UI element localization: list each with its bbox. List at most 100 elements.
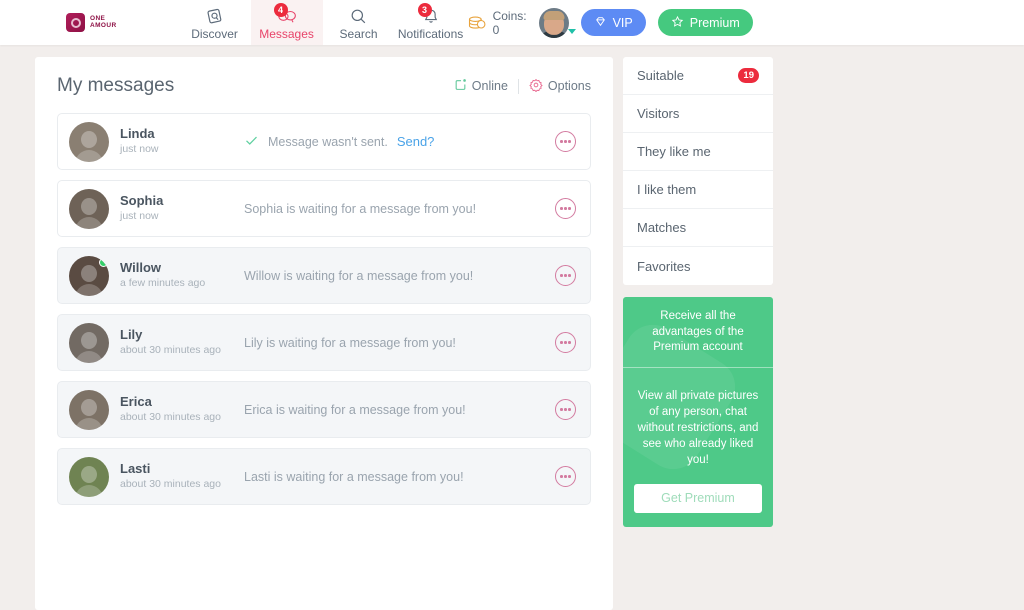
- coins-icon: [467, 15, 487, 31]
- contact-timestamp: about 30 minutes ago: [120, 478, 221, 491]
- online-toggle-icon: [454, 78, 467, 94]
- more-options-icon[interactable]: [555, 399, 576, 420]
- avatar[interactable]: [69, 456, 109, 497]
- notifications-badge: 3: [417, 3, 432, 17]
- primary-nav: Discover 4 Messages Search 3 Notificatio…: [179, 0, 467, 45]
- panel-actions: Online Options: [454, 78, 591, 95]
- conversation-identity: Lasti about 30 minutes ago: [120, 461, 238, 492]
- contact-timestamp: about 30 minutes ago: [120, 411, 221, 424]
- sidebar-item-label: They like me: [637, 144, 711, 159]
- table-row[interactable]: Lily about 30 minutes ago Lily is waitin…: [57, 314, 591, 371]
- premium-label: Premium: [689, 15, 740, 30]
- conversation-identity: Willow a few minutes ago: [120, 260, 238, 291]
- coins-label: Coins: 0: [492, 8, 527, 37]
- conversation-identity: Linda just now: [120, 126, 238, 157]
- logo-wordmark: ONE AMOUR: [90, 15, 117, 30]
- gear-icon: [529, 78, 543, 95]
- avatar[interactable]: [69, 389, 109, 430]
- table-row[interactable]: Linda just now Message wasn't sent. Send…: [57, 113, 591, 170]
- contact-name: Lasti: [120, 461, 151, 477]
- sidebar-item-label: Favorites: [637, 258, 691, 274]
- preview-text: Lasti is waiting for a message from you!: [244, 469, 464, 484]
- options-label: Options: [547, 79, 591, 93]
- diamond-icon: [594, 15, 607, 31]
- actions-divider: [517, 78, 519, 94]
- preview-text: Lily is waiting for a message from you!: [244, 335, 456, 350]
- table-row[interactable]: Willow a few minutes ago Willow is waiti…: [57, 247, 591, 304]
- sidebar-item-they-like-me[interactable]: They like me: [623, 133, 773, 171]
- avatar[interactable]: [69, 121, 109, 162]
- online-filter-label: Online: [471, 79, 508, 93]
- nav-label-search: Search: [339, 27, 378, 41]
- nav-label-notifications: Notifications: [397, 27, 464, 41]
- avatar[interactable]: [69, 188, 109, 229]
- status-badge: 19: [738, 68, 759, 83]
- messages-list: Linda just now Message wasn't sent. Send…: [57, 113, 591, 505]
- nav-item-messages[interactable]: 4 Messages: [250, 0, 323, 45]
- chevron-down-icon: [567, 28, 576, 34]
- bell-icon: 3: [416, 3, 446, 26]
- right-sidebar: Suitable 19 Visitors They like me I like…: [623, 57, 773, 528]
- send-link[interactable]: Send?: [397, 134, 435, 149]
- preview-text: Willow is waiting for a message from you…: [244, 268, 474, 283]
- table-row[interactable]: Erica about 30 minutes ago Erica is wait…: [57, 381, 591, 438]
- online-filter-button[interactable]: Online: [454, 78, 508, 94]
- site-logo[interactable]: ONE AMOUR: [0, 0, 137, 45]
- contact-timestamp: about 30 minutes ago: [120, 344, 221, 357]
- more-options-icon[interactable]: [555, 265, 576, 286]
- table-row[interactable]: Lasti about 30 minutes ago Lasti is wait…: [57, 448, 591, 505]
- coins-balance[interactable]: Coins: 0: [467, 9, 527, 37]
- options-button[interactable]: Options: [529, 78, 591, 95]
- sidebar-item-i-like-them[interactable]: I like them: [623, 171, 773, 209]
- table-row[interactable]: Sophia just now Sophia is waiting for a …: [57, 180, 591, 237]
- sidebar-item-label: Suitable: [637, 68, 684, 83]
- get-premium-button[interactable]: Get Premium: [634, 484, 762, 514]
- avatar[interactable]: [69, 255, 109, 296]
- conversation-identity: Sophia just now: [120, 193, 238, 224]
- panel-header: My messages Online Options: [57, 75, 591, 97]
- conversation-preview: Message wasn't sent. Send?: [238, 133, 555, 151]
- sidebar-item-label: Visitors: [637, 106, 680, 121]
- vip-button[interactable]: VIP: [580, 9, 646, 36]
- sidebar-item-visitors[interactable]: Visitors: [623, 95, 773, 133]
- one-amour-logo-icon: [66, 13, 85, 32]
- sidebar-item-suitable[interactable]: Suitable 19: [623, 57, 773, 95]
- more-options-icon[interactable]: [555, 198, 576, 219]
- avatar: [538, 7, 569, 38]
- avatar[interactable]: [69, 322, 109, 363]
- sidebar-item-matches[interactable]: Matches: [623, 209, 773, 247]
- contact-name: Willow: [120, 260, 162, 276]
- preview-text: Sophia is waiting for a message from you…: [244, 201, 477, 216]
- account-menu[interactable]: [538, 7, 576, 38]
- more-options-icon[interactable]: [555, 466, 576, 487]
- contact-timestamp: a few minutes ago: [120, 277, 206, 290]
- messages-badge: 4: [273, 3, 288, 17]
- sidebar-item-favorites[interactable]: Favorites: [623, 247, 773, 285]
- nav-item-notifications[interactable]: 3 Notifications: [395, 0, 467, 45]
- sidebar-item-label: Matches: [637, 220, 687, 235]
- online-status-dot: [99, 257, 108, 267]
- page-body: My messages Online Options Linda just no…: [0, 45, 1024, 610]
- nav-item-discover[interactable]: Discover: [179, 0, 251, 45]
- conversation-preview: Lily is waiting for a message from you!: [238, 336, 555, 350]
- page-title: My messages: [57, 75, 175, 96]
- nav-label-messages: Messages: [259, 27, 314, 41]
- preview-text: Erica is waiting for a message from you!: [244, 402, 466, 417]
- premium-promo-card: Receive all the advantages of the Premiu…: [623, 297, 773, 528]
- more-options-icon[interactable]: [555, 131, 576, 152]
- conversation-preview: Willow is waiting for a message from you…: [238, 269, 555, 283]
- contact-name: Erica: [120, 394, 152, 410]
- conversation-preview: Sophia is waiting for a message from you…: [238, 202, 555, 216]
- search-icon: [344, 6, 374, 26]
- promo-heading: Receive all the advantages of the Premiu…: [623, 297, 773, 368]
- more-options-icon[interactable]: [555, 332, 576, 353]
- vip-label: VIP: [612, 15, 633, 30]
- conversation-preview: Erica is waiting for a message from you!: [238, 403, 555, 417]
- conversation-preview: Lasti is waiting for a message from you!: [238, 470, 555, 484]
- sidebar-nav-card: Suitable 19 Visitors They like me I like…: [623, 57, 773, 285]
- sent-check-icon: [244, 133, 259, 151]
- contact-timestamp: just now: [120, 210, 159, 223]
- nav-item-search[interactable]: Search: [323, 0, 395, 45]
- discover-icon: [200, 6, 230, 26]
- premium-button[interactable]: Premium: [657, 9, 753, 36]
